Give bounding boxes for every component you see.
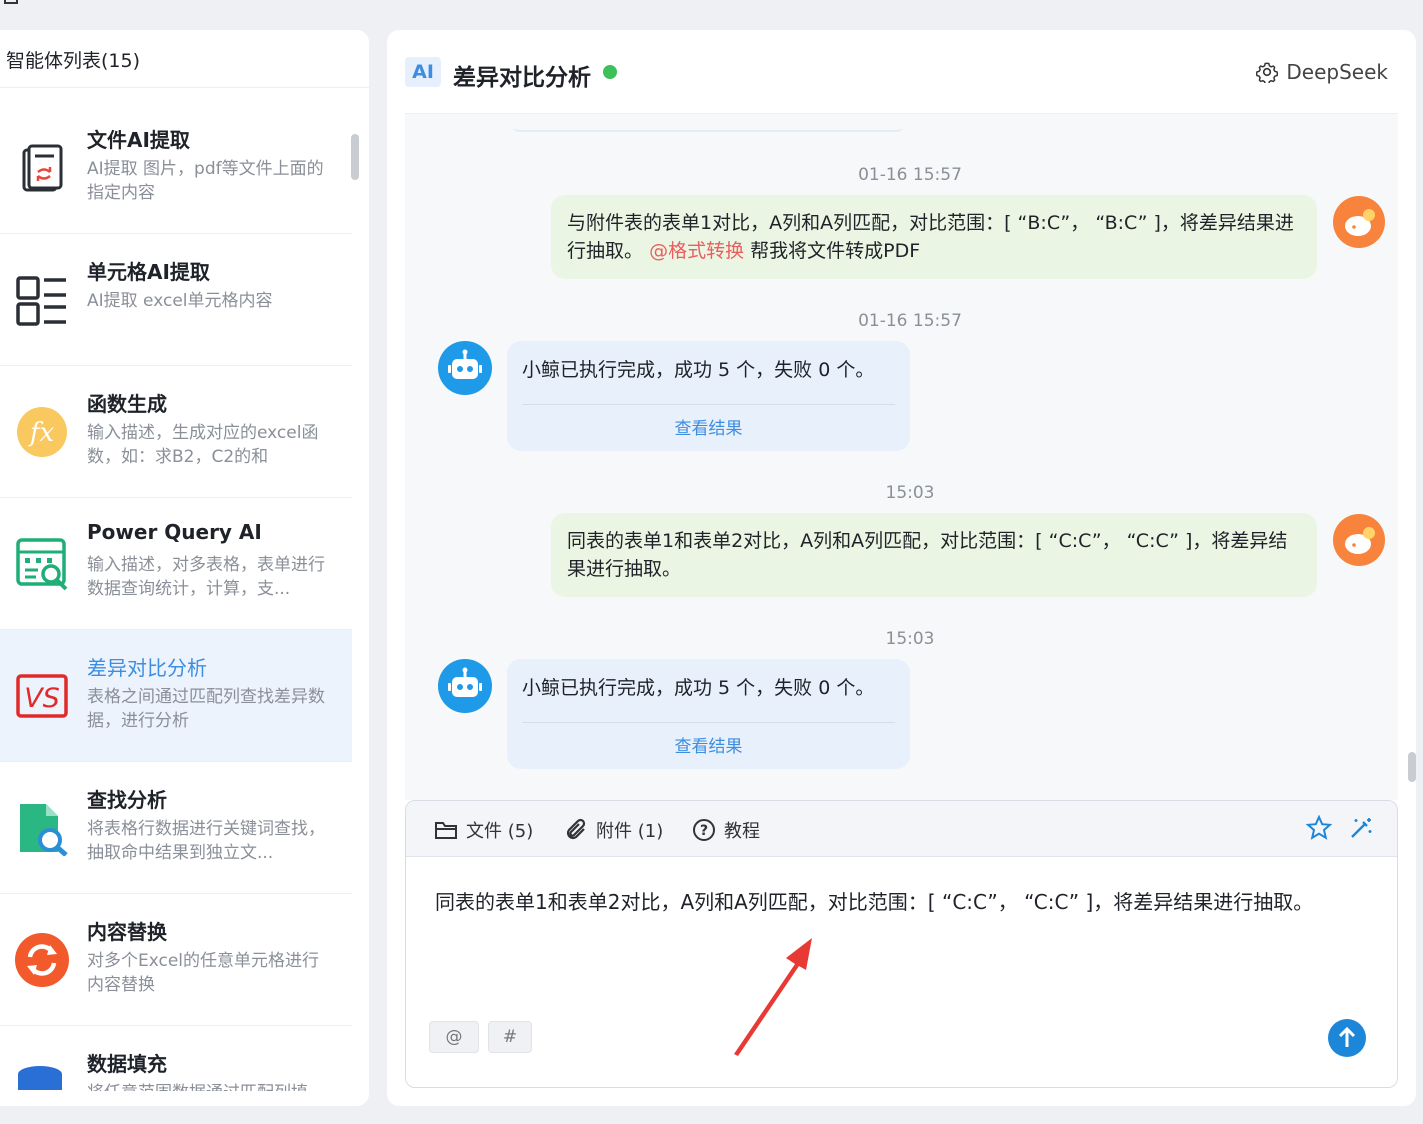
tutorial-button[interactable]: ? 教程 xyxy=(692,817,760,843)
message-timestamp: 15:03 xyxy=(885,483,935,503)
agent-description: AI提取 excel单元格内容 xyxy=(87,291,273,311)
fx-function-icon: fx xyxy=(17,407,67,457)
agent-item-function-gen[interactable]: fx 函数生成 输入描述，生成对应的excel函数，如：求B2，C2的和 xyxy=(0,366,352,498)
agent-list-header: 智能体列表(15) xyxy=(0,30,369,88)
agent-title: 单元格AI提取 xyxy=(87,260,210,284)
pig-avatar-icon xyxy=(1345,527,1375,554)
svg-text:fx: fx xyxy=(28,418,55,448)
agent-mention[interactable]: @格式转换 xyxy=(649,240,744,262)
divider xyxy=(522,722,895,723)
tutorial-label: 教程 xyxy=(724,821,760,842)
agent-description: 输入描述，生成对应的excel函数，如：求B2，C2的和 xyxy=(87,423,319,467)
pig-avatar-icon xyxy=(1345,209,1375,236)
chat-header: AI 差异对比分析 DeepSeek xyxy=(405,30,1398,114)
agent-item-power-query[interactable]: Power Query AI 输入描述，对多表格，表单进行数据查询统计，计算，支… xyxy=(0,498,352,630)
bot-avatar xyxy=(438,341,492,395)
file-search-icon xyxy=(20,804,68,856)
files-button[interactable]: 文件 (5) xyxy=(434,817,533,843)
message-text: 帮我将文件转成PDF xyxy=(750,240,921,262)
agent-title: 内容替换 xyxy=(87,920,167,944)
attachments-button[interactable]: 附件 (1) xyxy=(564,817,663,843)
chat-messages[interactable]: 01-16 15:57 与附件表的表单1对比，A列和A列匹配，对比范围：[ “B… xyxy=(405,114,1416,800)
agent-description: 将表格行数据进行关键词查找，抽取命中结果到独立文... xyxy=(87,819,325,863)
agent-item-search-analysis[interactable]: 查找分析 将表格行数据进行关键词查找，抽取命中结果到独立文... xyxy=(0,762,352,894)
paperclip-icon xyxy=(566,818,586,840)
chat-scrollbar[interactable] xyxy=(1408,752,1416,782)
arrow-up-icon xyxy=(1338,1026,1356,1047)
model-selector-button[interactable]: DeepSeek xyxy=(1256,60,1388,84)
svg-text:VS: VS xyxy=(24,683,60,714)
message-timestamp: 01-16 15:57 xyxy=(858,165,962,185)
online-status-dot xyxy=(603,65,617,79)
robot-icon xyxy=(448,667,482,697)
page-title: 差异对比分析 xyxy=(453,65,591,91)
agent-title: 函数生成 xyxy=(87,392,167,416)
divider xyxy=(522,404,895,405)
view-result-link[interactable]: 查看结果 xyxy=(507,414,910,439)
list-layout-icon xyxy=(16,276,66,326)
agent-item-file-extract[interactable]: 文件AI提取 AI提取 图片，pdf等文件上面的指定内容 xyxy=(0,102,352,234)
window-top-strip xyxy=(0,0,1423,22)
send-button[interactable] xyxy=(1328,1019,1366,1057)
agent-item-cell-extract[interactable]: 单元格AI提取 AI提取 excel单元格内容 xyxy=(0,234,352,366)
window-fragment-icon xyxy=(4,0,18,4)
agent-title: Power Query AI xyxy=(87,520,262,544)
bot-message-text: 小鲸已执行完成，成功 5 个，失败 0 个。 xyxy=(522,677,875,699)
agent-description: 表格之间通过匹配列查找差异数据，进行分析 xyxy=(87,687,325,731)
magic-wand-icon[interactable] xyxy=(1348,815,1374,841)
bot-message: 小鲸已执行完成，成功 5 个，失败 0 个。 查看结果 xyxy=(507,341,910,451)
user-avatar xyxy=(1333,514,1385,566)
message-input[interactable]: 同表的表单1和表单2对比，A列和A列匹配，对比范围：[ “C:C”， “C:C”… xyxy=(435,885,1365,919)
agent-item-diff-analysis[interactable]: VS 差异对比分析 表格之间通过匹配列查找差异数据，进行分析 xyxy=(0,630,352,762)
replace-sync-icon xyxy=(15,933,69,987)
agent-title: 数据填充 xyxy=(87,1052,167,1076)
query-table-icon xyxy=(16,538,68,591)
user-message: 同表的表单1和表单2对比，A列和A列匹配，对比范围：[ “C:C”， “C:C”… xyxy=(551,513,1317,597)
robot-icon xyxy=(448,349,482,379)
chat-panel: AI 差异对比分析 DeepSeek 01-16 15:57 与附件表的表单1对… xyxy=(387,30,1416,1106)
user-avatar xyxy=(1333,196,1385,248)
document-extract-icon xyxy=(22,144,63,192)
agent-description: 将任意范围数据通过匹配列填 xyxy=(87,1081,332,1091)
gear-icon xyxy=(1256,62,1279,83)
ai-badge: AI xyxy=(405,57,441,87)
model-name: DeepSeek xyxy=(1286,60,1388,84)
sidebar-scrollbar[interactable] xyxy=(351,134,359,180)
agent-sidebar: 智能体列表(15) 文件AI提取 AI提取 图片，pdf等文件上面的指定内容 单… xyxy=(0,30,369,1106)
message-timestamp: 15:03 xyxy=(885,629,935,649)
files-label: 文件 (5) xyxy=(466,821,534,842)
agent-description: 对多个Excel的任意单元格进行内容替换 xyxy=(87,951,320,995)
message-text: 同表的表单1和表单2对比，A列和A列匹配，对比范围：[ “C:C”， “C:C”… xyxy=(567,530,1288,580)
view-result-link[interactable]: 查看结果 xyxy=(507,732,910,757)
vs-compare-icon: VS xyxy=(16,674,68,718)
agent-item-content-replace[interactable]: 内容替换 对多个Excel的任意单元格进行内容替换 xyxy=(0,894,352,1026)
user-message: 与附件表的表单1对比，A列和A列匹配，对比范围：[ “B:C”， “B:C” ]… xyxy=(551,195,1317,279)
bot-message-text: 小鲸已执行完成，成功 5 个，失败 0 个。 xyxy=(522,359,875,381)
bot-message: 小鲸已执行完成，成功 5 个，失败 0 个。 查看结果 xyxy=(507,659,910,769)
star-icon[interactable] xyxy=(1306,815,1332,841)
composer-toolbar: 文件 (5) 附件 (1) ? 教程 xyxy=(406,801,1397,857)
message-composer: 文件 (5) 附件 (1) ? 教程 同表的表单1和表单2对比，A列和A列匹配，… xyxy=(405,800,1398,1088)
hashtag-button[interactable]: # xyxy=(488,1021,532,1053)
agent-title: 查找分析 xyxy=(87,788,167,812)
agent-item-data-fill[interactable]: 数据填充 将任意范围数据通过匹配列填 xyxy=(0,1026,352,1106)
attachments-label: 附件 (1) xyxy=(596,821,664,842)
help-circle-icon: ? xyxy=(693,819,715,841)
agent-description: AI提取 图片，pdf等文件上面的指定内容 xyxy=(87,159,324,203)
mention-agent-button[interactable]: @ xyxy=(429,1021,479,1053)
agent-description: 输入描述，对多表格，表单进行数据查询统计，计算，支... xyxy=(87,555,325,599)
previous-message-edge xyxy=(513,126,903,132)
database-fill-icon xyxy=(18,1066,62,1090)
folder-icon xyxy=(435,822,457,839)
message-timestamp: 01-16 15:57 xyxy=(858,311,962,331)
agent-title: 文件AI提取 xyxy=(87,128,190,152)
svg-text:?: ? xyxy=(700,823,708,839)
bot-avatar xyxy=(438,659,492,713)
agent-title: 差异对比分析 xyxy=(87,656,207,680)
